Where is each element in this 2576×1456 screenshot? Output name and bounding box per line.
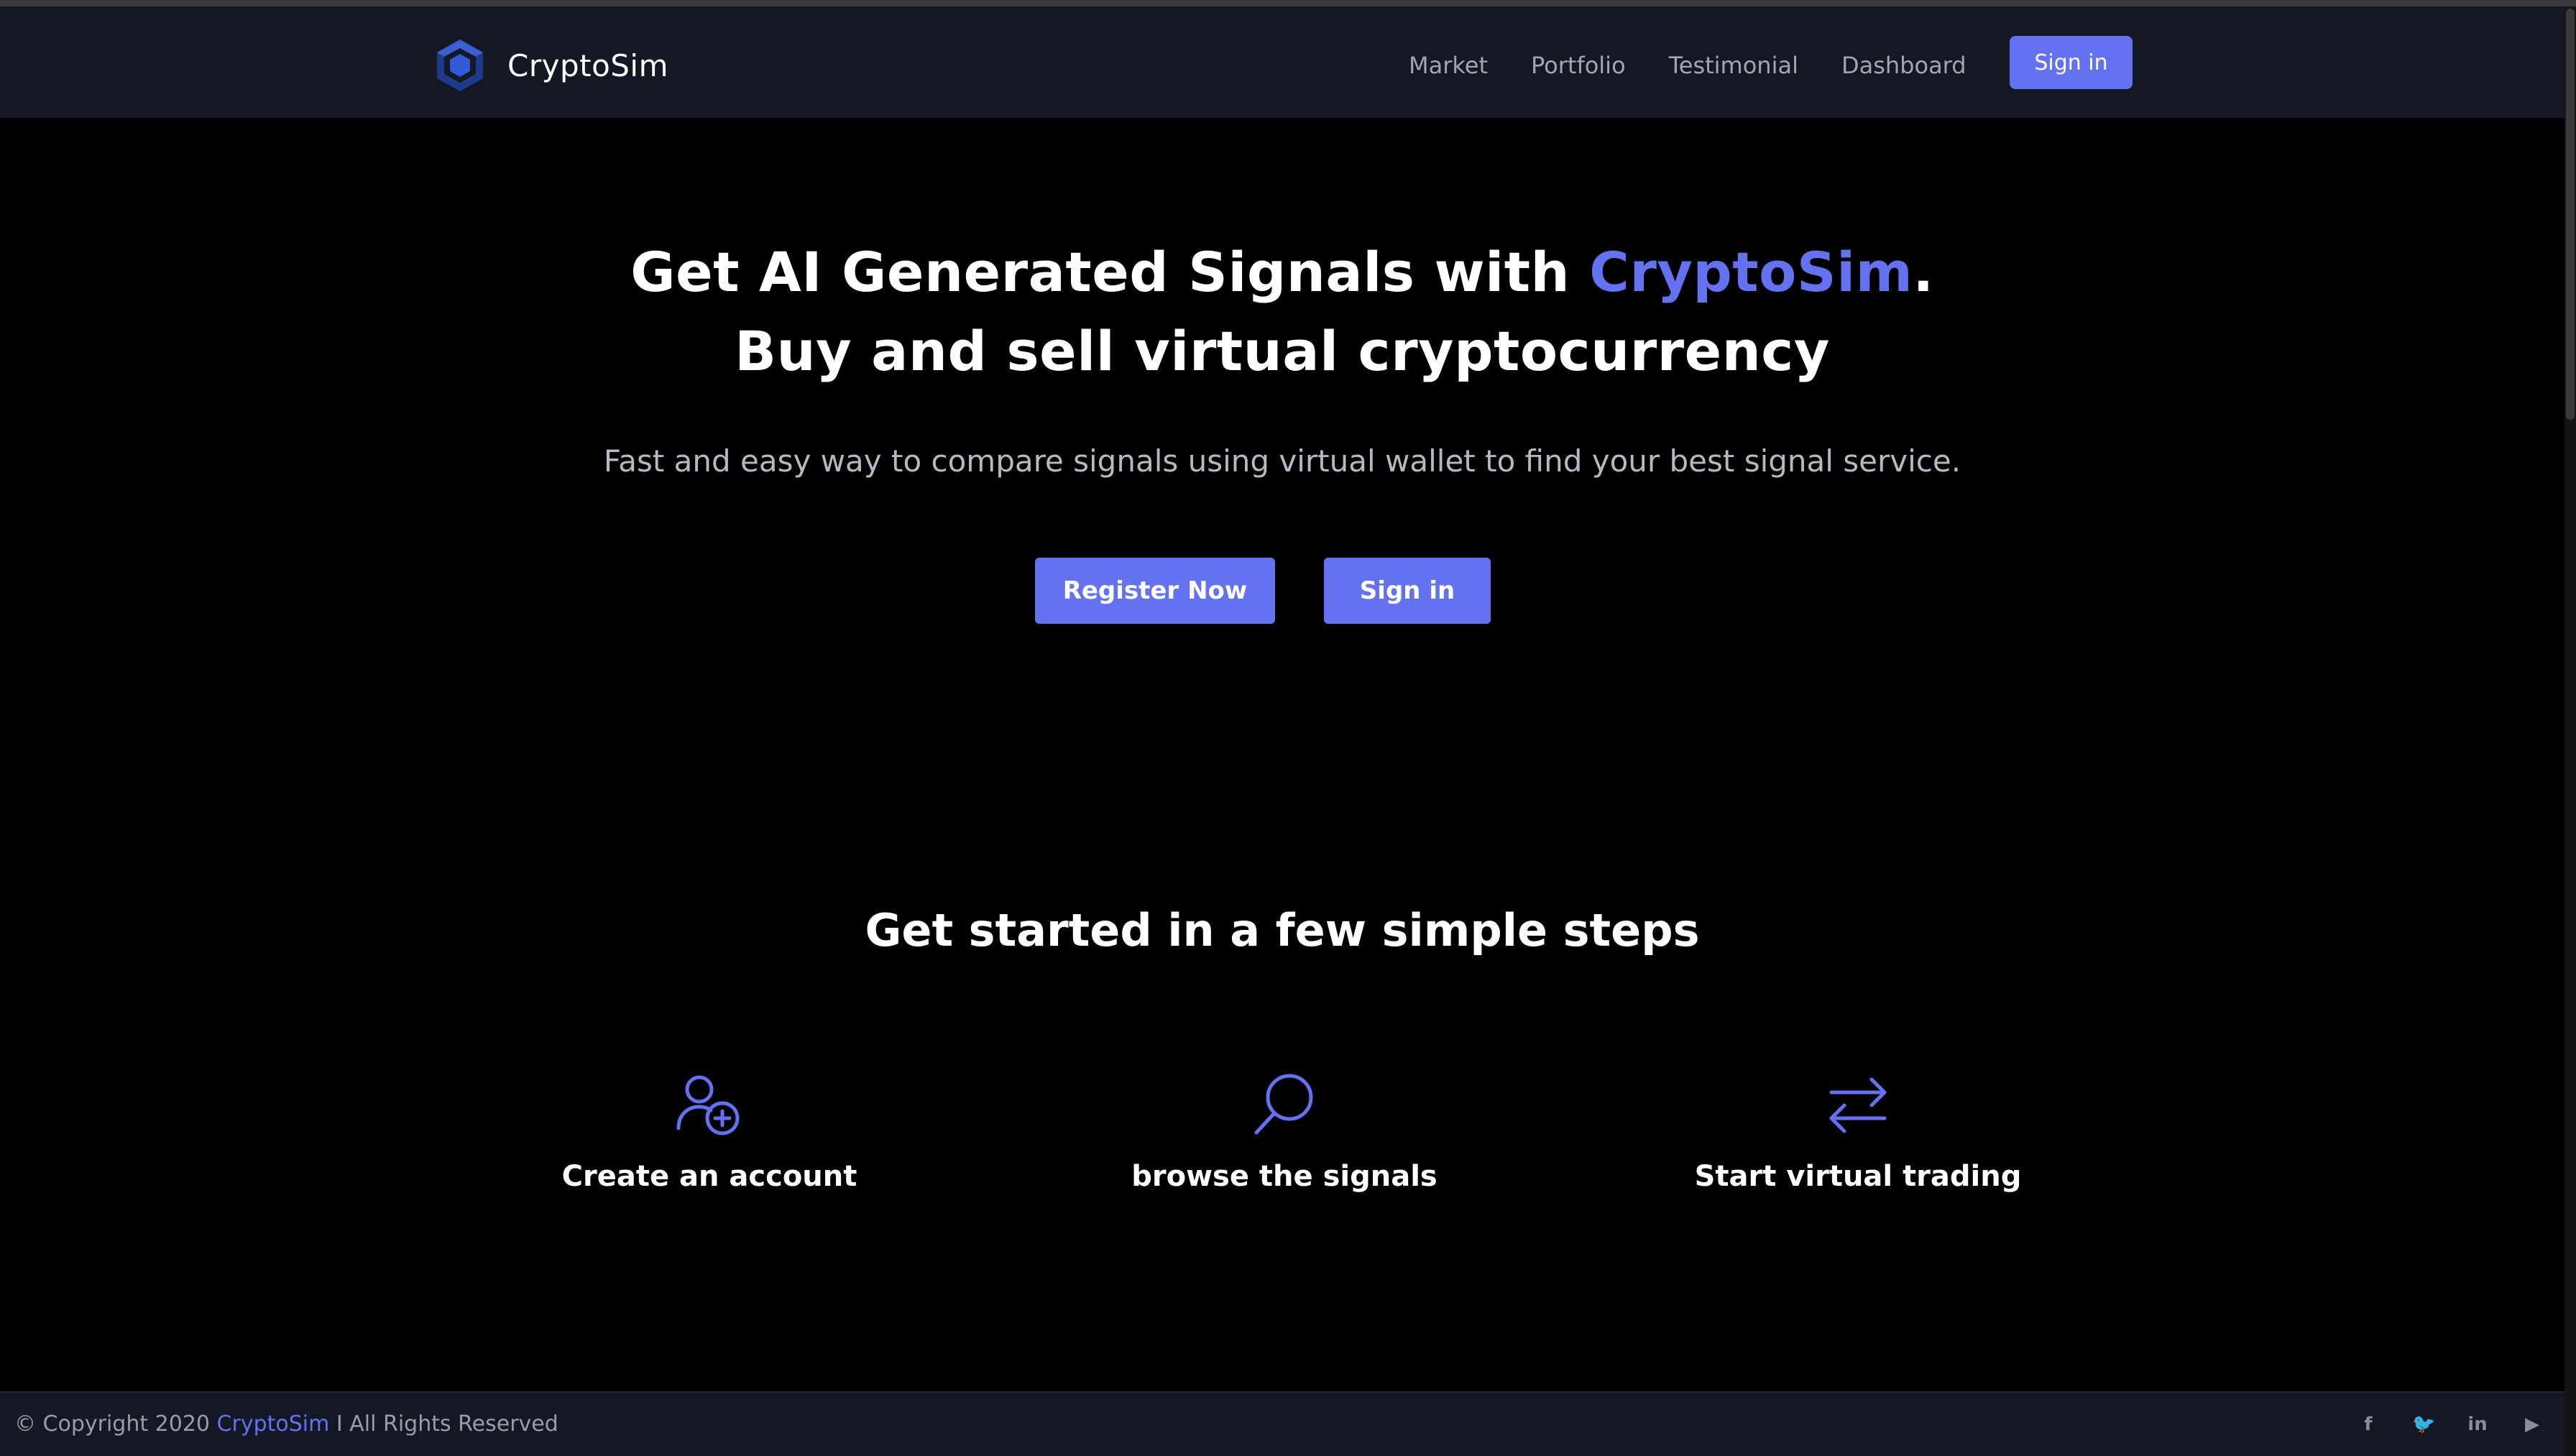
step-label: browse the signals (1131, 1160, 1438, 1193)
hero-title-text: Get AI Generated Signals with (630, 240, 1590, 304)
top-navbar: CryptoSim Market Portfolio Testimonial D… (0, 6, 2564, 118)
step-create-account: Create an account (494, 1071, 925, 1193)
hero-buttons: Register Now Sign in (1035, 558, 1491, 624)
brand-name: CryptoSim (507, 47, 669, 83)
step-label: Create an account (561, 1160, 857, 1193)
hero-subtitle: Fast and easy way to compare signals usi… (603, 443, 1961, 479)
nav-signin-button[interactable]: Sign in (2010, 36, 2133, 89)
copyright-text: © Copyright 2020 CryptoSim I All Rights … (14, 1411, 558, 1437)
scrollbar-thumb[interactable] (2566, 9, 2575, 420)
brand[interactable]: CryptoSim (436, 35, 668, 96)
twitter-icon[interactable]: 🐦 (2412, 1414, 2435, 1435)
hero-signin-button[interactable]: Sign in (1324, 558, 1491, 624)
copyright-prefix: © Copyright 2020 (14, 1411, 217, 1437)
step-browse-signals: browse the signals (1069, 1071, 1500, 1193)
hero-title: Get AI Generated Signals with CryptoSim.… (0, 233, 2564, 391)
step-label: Start virtual trading (1694, 1160, 2022, 1193)
nav-link-testimonial[interactable]: Testimonial (1669, 52, 1798, 79)
step-virtual-trading: Start virtual trading (1642, 1071, 2074, 1193)
copyright-brand-link[interactable]: CryptoSim (217, 1411, 330, 1437)
hero-title-period: . (1913, 240, 1934, 304)
facebook-icon[interactable]: f (2358, 1414, 2379, 1435)
linkedin-icon[interactable]: in (2467, 1414, 2488, 1435)
hero-title-line-1: Get AI Generated Signals with CryptoSim. (0, 233, 2564, 312)
hero-title-line-2: Buy and sell virtual cryptocurrency (735, 319, 1830, 383)
hexagon-logo-icon (437, 40, 483, 91)
add-user-icon (676, 1075, 740, 1135)
copyright-suffix: I All Rights Reserved (329, 1411, 558, 1437)
nav-link-portfolio[interactable]: Portfolio (1531, 52, 1626, 79)
youtube-icon[interactable]: ▶ (2521, 1414, 2543, 1435)
register-now-button[interactable]: Register Now (1035, 558, 1275, 624)
search-icon (1254, 1074, 1313, 1135)
exchange-arrows-icon (1829, 1077, 1887, 1133)
steps-title: Get started in a few simple steps (865, 904, 1700, 957)
nav-link-market[interactable]: Market (1409, 52, 1488, 79)
nav-menu: Market Portfolio Testimonial Dashboard (1409, 35, 1966, 96)
window-top-border (0, 0, 2576, 6)
hero-title-brand: CryptoSim (1589, 240, 1913, 304)
footer: © Copyright 2020 CryptoSim I All Rights … (0, 1391, 2564, 1456)
nav-link-dashboard[interactable]: Dashboard (1841, 52, 1966, 79)
social-links: f 🐦 in ▶ (2324, 1410, 2543, 1439)
